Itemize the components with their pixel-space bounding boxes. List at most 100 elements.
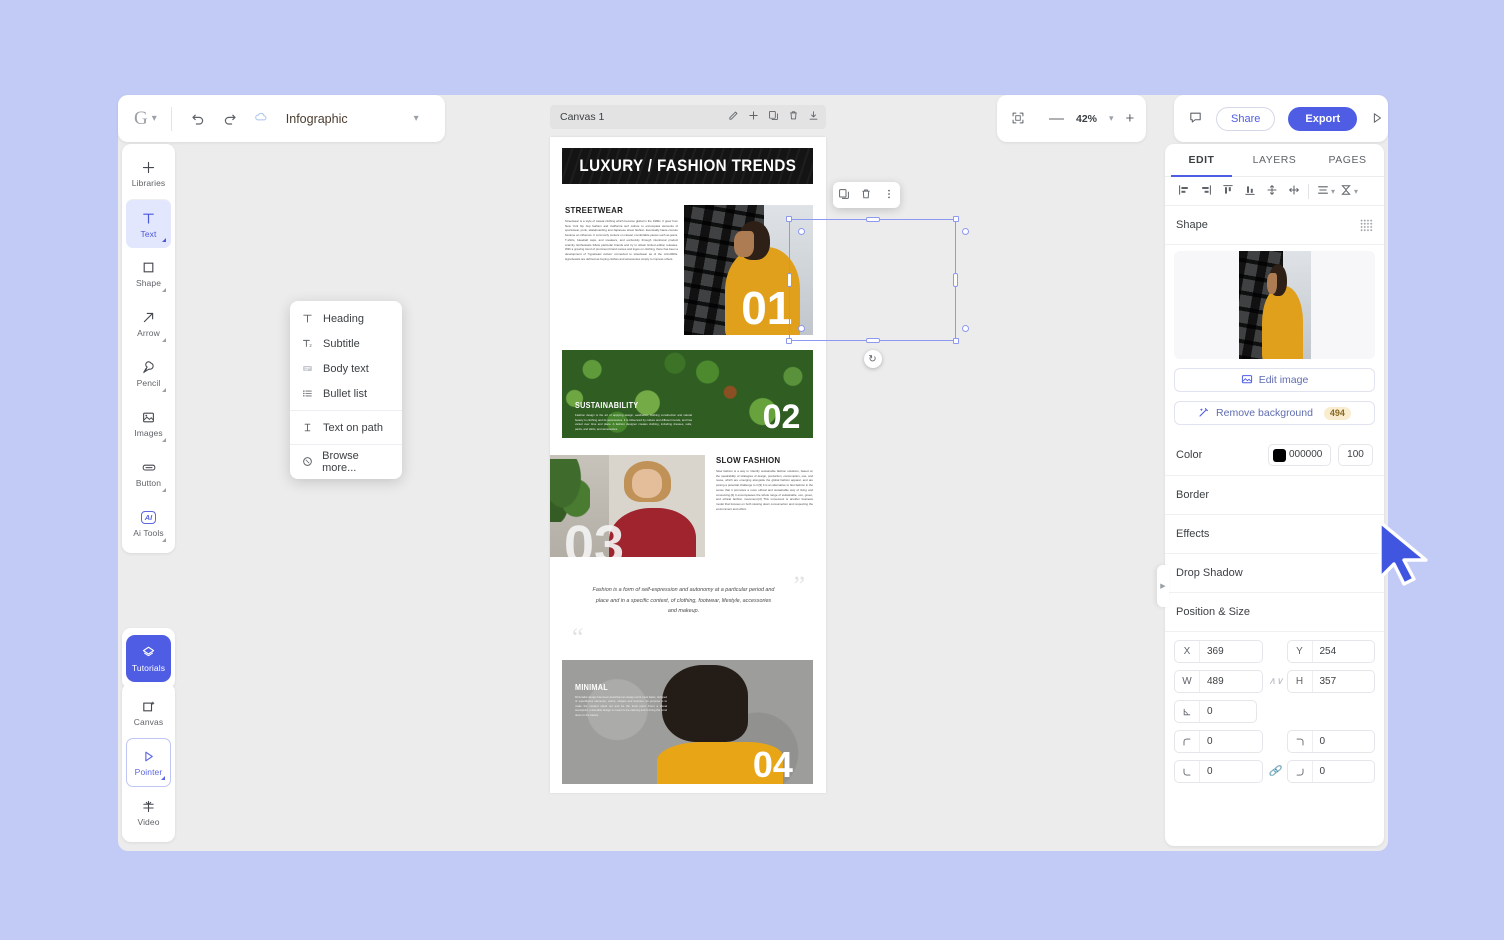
- corner-bottom-left-input[interactable]: 0: [1174, 760, 1263, 783]
- align-top-icon[interactable]: [1217, 184, 1239, 199]
- duplicate-icon[interactable]: [838, 188, 850, 202]
- infographic-section-04[interactable]: MINIMAL Minimalist design has been descr…: [562, 660, 813, 784]
- menu-item-heading[interactable]: Heading: [290, 306, 402, 331]
- canvas-name[interactable]: Canvas 1: [560, 111, 719, 123]
- tool-pencil[interactable]: Pencil: [126, 349, 171, 398]
- more-options-icon[interactable]: [883, 188, 895, 202]
- resize-handle-top[interactable]: [866, 217, 880, 222]
- color-hex-input[interactable]: 000000: [1268, 444, 1331, 466]
- resize-handle-top-right[interactable]: [953, 216, 959, 222]
- tool-canvas[interactable]: Canvas: [126, 688, 171, 737]
- color-opacity-input[interactable]: 100: [1338, 444, 1373, 466]
- tab-edit[interactable]: EDIT: [1165, 144, 1238, 176]
- menu-item-bullet-list[interactable]: Bullet list: [290, 381, 402, 406]
- selection-box[interactable]: ↻: [789, 219, 956, 341]
- tool-shape[interactable]: Shape: [126, 249, 171, 298]
- resize-handle-top-left[interactable]: [786, 216, 792, 222]
- pattern-grid-icon[interactable]: [1360, 219, 1373, 232]
- accordion-border[interactable]: Border: [1165, 476, 1384, 515]
- crop-handle-top-left[interactable]: [798, 228, 805, 235]
- comment-icon[interactable]: [1188, 110, 1203, 127]
- corner-top-left-input[interactable]: 0: [1174, 730, 1263, 753]
- delete-icon[interactable]: [860, 188, 872, 202]
- resize-handle-bottom-left[interactable]: [786, 338, 792, 344]
- tool-arrow[interactable]: Arrow: [126, 299, 171, 348]
- corner-bottom-right-input[interactable]: 0: [1287, 760, 1376, 783]
- zoom-in-button[interactable]: +: [1126, 111, 1135, 126]
- menu-item-subtitle[interactable]: 2 Subtitle: [290, 331, 402, 356]
- tool-ai-tools[interactable]: AI Ai Tools: [126, 499, 171, 548]
- x-input[interactable]: X 369: [1174, 640, 1263, 663]
- crop-handle-bottom-right[interactable]: [962, 325, 969, 332]
- color-swatch[interactable]: [1273, 449, 1286, 462]
- align-left-icon[interactable]: [1173, 184, 1195, 199]
- accordion-position-size[interactable]: Position & Size: [1165, 593, 1384, 632]
- align-bottom-icon[interactable]: [1239, 184, 1261, 199]
- duplicate-icon[interactable]: [768, 110, 779, 124]
- undo-icon[interactable]: [190, 111, 206, 127]
- chevron-down-icon[interactable]: ▾: [1354, 187, 1358, 196]
- tool-tutorials[interactable]: Tutorials: [126, 635, 171, 682]
- width-input[interactable]: W 489: [1174, 670, 1263, 693]
- menu-item-browse-more[interactable]: Browse more...: [290, 449, 402, 474]
- tool-label: Libraries: [132, 178, 166, 188]
- zoom-level-value[interactable]: 42%: [1076, 113, 1097, 125]
- chevron-down-icon[interactable]: ▾: [414, 113, 419, 124]
- panel-collapse-toggle[interactable]: ▶: [1157, 565, 1169, 607]
- resize-handle-left[interactable]: [787, 273, 792, 287]
- resize-handle-bottom-right[interactable]: [953, 338, 959, 344]
- align-right-icon[interactable]: [1195, 184, 1217, 199]
- zoom-out-button[interactable]: —: [1049, 111, 1064, 126]
- infographic-banner[interactable]: LUXURY / FASHION TRENDS: [562, 148, 813, 184]
- chevron-down-icon[interactable]: ▾: [1109, 113, 1114, 124]
- streetwear-photo-thumbnail: [1239, 251, 1311, 359]
- infographic-section-02[interactable]: SUSTAINABILITY Fashion design is the art…: [562, 350, 813, 438]
- shape-preview[interactable]: [1174, 251, 1375, 359]
- tab-layers[interactable]: LAYERS: [1238, 144, 1311, 176]
- add-page-icon[interactable]: [748, 110, 759, 124]
- share-button[interactable]: Share: [1216, 107, 1275, 131]
- tool-images[interactable]: Images: [126, 399, 171, 448]
- edit-image-button[interactable]: Edit image: [1174, 368, 1375, 392]
- accordion-effects[interactable]: Effects: [1165, 515, 1384, 554]
- link-broken-icon[interactable]: ∧∨: [1269, 676, 1281, 687]
- resize-handle-bottom[interactable]: [866, 338, 880, 343]
- distribute-horizontal-icon[interactable]: [1283, 184, 1305, 199]
- app-logo-menu[interactable]: G ▾: [118, 109, 171, 128]
- rotation-input[interactable]: 0: [1174, 700, 1257, 723]
- redo-icon[interactable]: [222, 111, 238, 127]
- tool-button[interactable]: Button: [126, 449, 171, 498]
- crop-handle-bottom-left[interactable]: [798, 325, 805, 332]
- height-input[interactable]: H 357: [1287, 670, 1376, 693]
- y-input[interactable]: Y 254: [1287, 640, 1376, 663]
- crop-handle-top-right[interactable]: [962, 228, 969, 235]
- remove-background-button[interactable]: Remove background 494: [1174, 401, 1375, 425]
- fit-to-screen-icon[interactable]: [1011, 111, 1025, 127]
- app-logo-icon: G: [134, 109, 147, 128]
- present-play-icon[interactable]: [1370, 111, 1384, 127]
- menu-item-body-text[interactable]: Body text: [290, 356, 402, 381]
- infographic-page[interactable]: LUXURY / FASHION TRENDS STREETWEAR Stree…: [550, 137, 826, 793]
- corner-bottom-left-icon: [1175, 761, 1200, 782]
- menu-item-text-on-path[interactable]: Text on path: [290, 415, 402, 440]
- tool-text[interactable]: Text: [126, 199, 171, 248]
- resize-handle-right[interactable]: [953, 273, 958, 287]
- export-button[interactable]: Export: [1288, 107, 1357, 131]
- tool-video[interactable]: Video: [126, 788, 171, 837]
- document-title[interactable]: Infographic: [286, 112, 348, 126]
- rotate-icon[interactable]: ↻: [864, 350, 882, 368]
- tool-libraries[interactable]: Libraries: [126, 149, 171, 198]
- delete-icon[interactable]: [788, 110, 799, 124]
- distribute-vertical-icon[interactable]: [1261, 184, 1283, 199]
- section-heading: MINIMAL: [575, 683, 661, 692]
- accordion-drop-shadow[interactable]: Drop Shadow: [1165, 554, 1384, 593]
- infographic-section-03: 03 SLOW FASHION Slow fashion is a way to…: [550, 455, 801, 557]
- canvas-area[interactable]: Canvas 1 LUXURY / FASHION TRENDS: [550, 95, 956, 851]
- download-icon[interactable]: [808, 110, 819, 124]
- corner-top-right-input[interactable]: 0: [1287, 730, 1376, 753]
- section-03-image[interactable]: 03: [550, 455, 705, 557]
- tool-pointer[interactable]: Pointer: [126, 738, 171, 787]
- rename-icon[interactable]: [728, 110, 739, 124]
- tab-pages[interactable]: PAGES: [1311, 144, 1384, 176]
- link-icon[interactable]: 🔗: [1269, 766, 1281, 777]
